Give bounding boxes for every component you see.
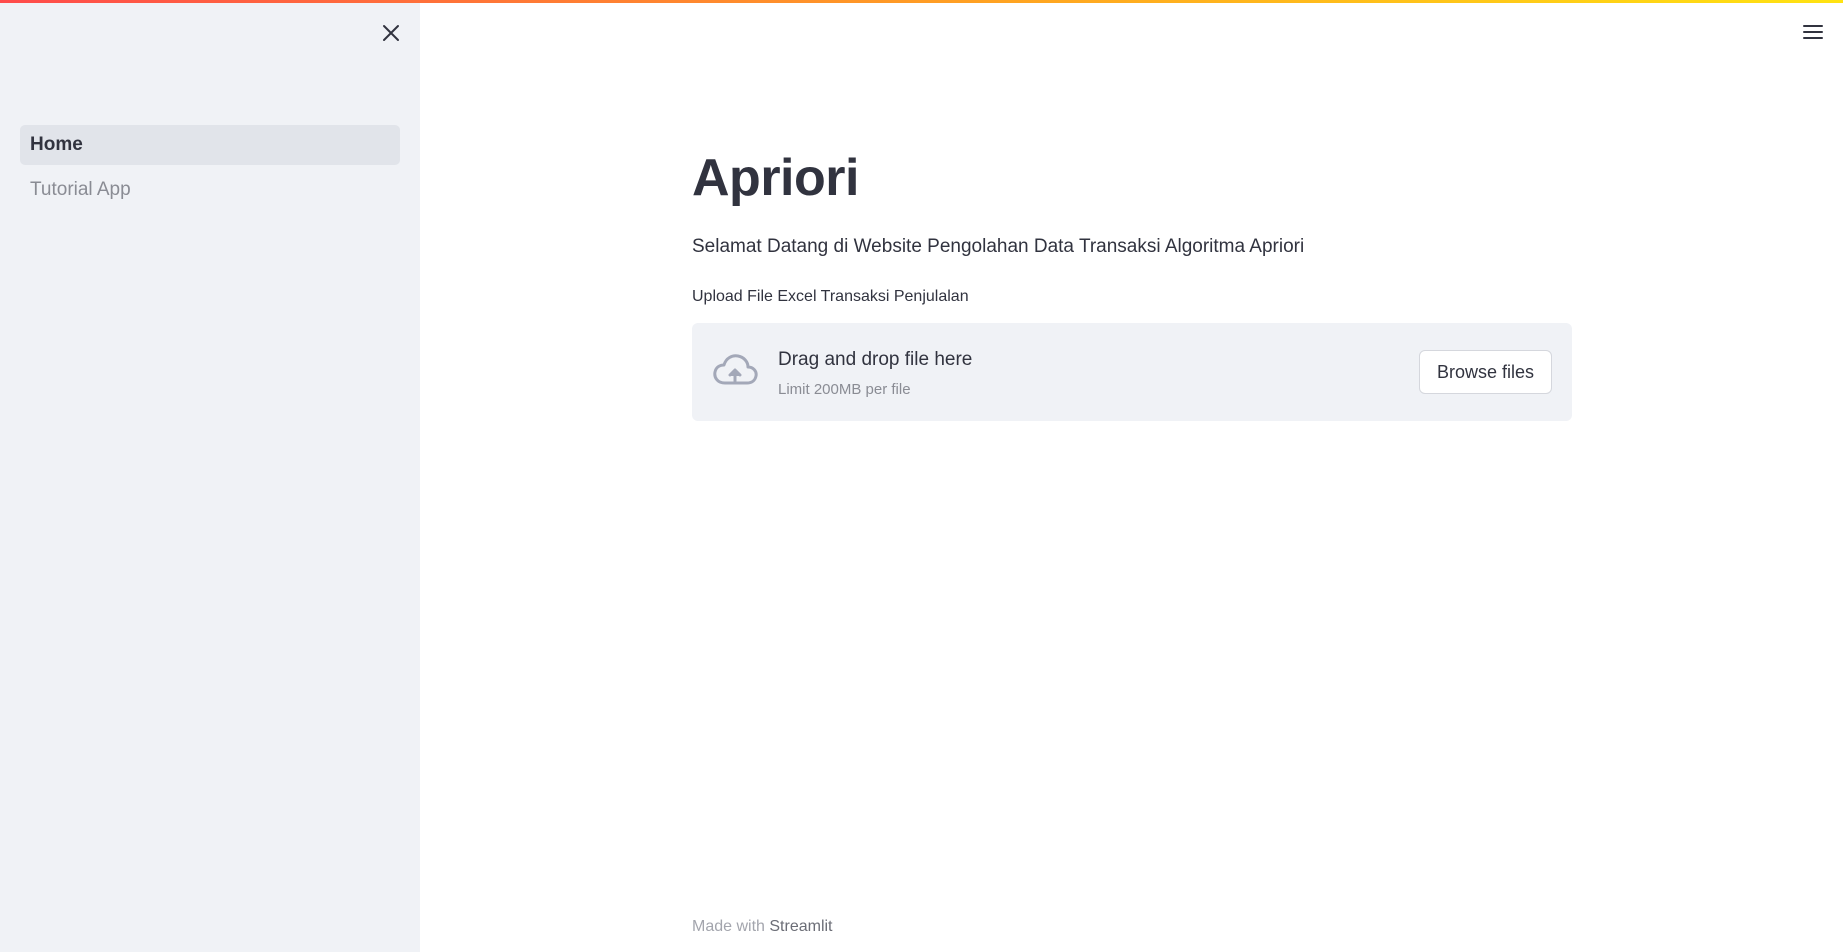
main-content: Apriori Selamat Datang di Website Pengol… xyxy=(692,0,1572,952)
hamburger-menu-icon xyxy=(1803,25,1823,39)
sidebar-nav: Home Tutorial App xyxy=(20,125,400,215)
sidebar-item-label: Tutorial App xyxy=(30,179,131,200)
footer-prefix: Made with xyxy=(692,918,765,935)
sidebar: Home Tutorial App xyxy=(0,0,420,952)
main-menu-button[interactable] xyxy=(1798,18,1828,46)
sidebar-item-home[interactable]: Home xyxy=(20,125,400,165)
sidebar-close-button[interactable] xyxy=(376,20,406,46)
dropzone-limit-text: Limit 200MB per file xyxy=(778,381,911,398)
footer-streamlit-link[interactable]: Streamlit xyxy=(769,918,832,935)
browse-files-button[interactable]: Browse files xyxy=(1419,350,1552,394)
footer: Made with Streamlit xyxy=(692,918,833,936)
page-title: Apriori xyxy=(692,149,859,207)
page-subtitle: Selamat Datang di Website Pengolahan Dat… xyxy=(692,236,1305,257)
file-dropzone[interactable]: Drag and drop file here Limit 200MB per … xyxy=(692,323,1572,421)
close-icon xyxy=(383,25,399,41)
cloud-upload-icon xyxy=(713,354,758,385)
sidebar-item-label: Home xyxy=(30,134,83,155)
sidebar-item-tutorial-app[interactable]: Tutorial App xyxy=(20,170,400,210)
dropzone-instructions: Drag and drop file here xyxy=(778,349,973,370)
top-decoration-bar xyxy=(0,0,1843,3)
file-uploader-label: Upload File Excel Transaksi Penjulalan xyxy=(692,288,969,305)
